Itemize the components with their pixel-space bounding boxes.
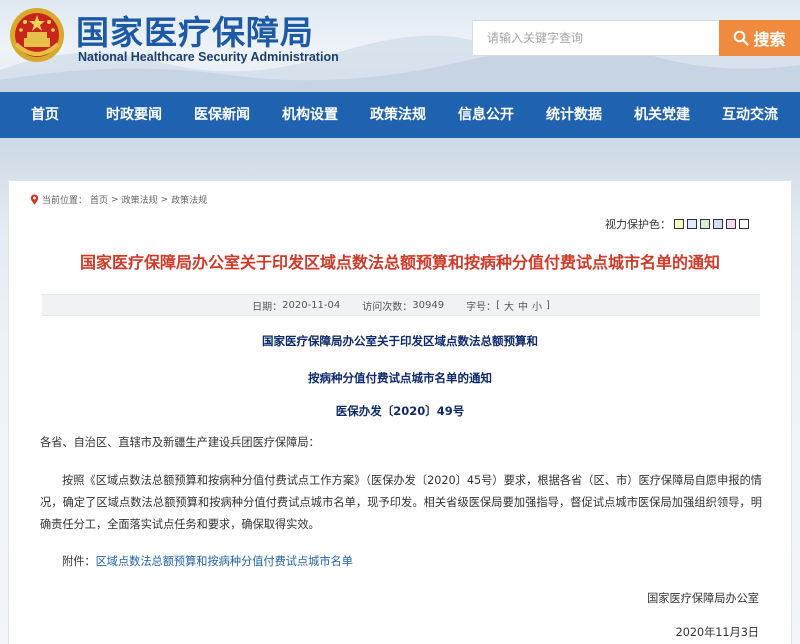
breadcrumb-separator: > [160, 194, 169, 205]
attachment-link[interactable]: 区域点数法总额预算和按病种分值付费试点城市名单 [96, 555, 353, 568]
views-label: 访问次数： [362, 301, 413, 313]
search-icon [734, 30, 750, 46]
date-label: 日期： [252, 301, 283, 313]
font-size-large-link[interactable]: 大 [504, 298, 514, 313]
font-size-label: 字号： [466, 301, 497, 313]
color-swatch-pink[interactable] [726, 219, 736, 229]
signature-organization: 国家医疗保障局办公室 [647, 592, 759, 605]
search-button[interactable]: 搜索 [719, 20, 800, 56]
breadcrumb-home[interactable]: 首页 [90, 193, 108, 206]
font-bracket-open: [ [496, 299, 500, 311]
addressee: 各省、自治区、直辖市及新疆生产建设兵团医疗保障局： [40, 436, 320, 449]
publish-date: 2020-11-04 [282, 299, 341, 311]
color-swatch-yellow[interactable] [674, 219, 684, 229]
site-subtitle: National Healthcare Security Administrat… [78, 50, 339, 64]
breadcrumb-policies[interactable]: 政策法规 [122, 193, 158, 206]
site-title: 国家医疗保障局 [76, 13, 314, 52]
location-pin-icon [30, 194, 39, 205]
breadcrumb-policies-sub[interactable]: 政策法规 [171, 193, 207, 206]
color-swatch-blue[interactable] [713, 219, 723, 229]
nav-item-medical-news[interactable]: 医保新闻 [178, 92, 266, 138]
font-bracket-close: ] [545, 299, 550, 311]
article-title: 国家医疗保障局办公室关于印发区域点数法总额预算和按病种分值付费试点城市名单的通知 [79, 253, 720, 272]
search-input[interactable] [472, 20, 720, 56]
breadcrumb: 当前位置： 首页 > 政策法规 > 政策法规 [30, 193, 207, 206]
signature-date: 2020年11月3日 [675, 626, 759, 639]
main-nav: 首页 时政要闻 医保新闻 机构设置 政策法规 信息公开 统计数据 机关党建 互动… [0, 92, 800, 138]
nav-item-organization[interactable]: 机构设置 [266, 92, 354, 138]
document-heading-line2: 按病种分值付费试点城市名单的通知 [308, 371, 492, 385]
eye-protect-color-picker: 视力保护色： [605, 216, 749, 232]
nav-item-interaction[interactable]: 互动交流 [706, 92, 794, 138]
nav-item-party-building[interactable]: 机关党建 [618, 92, 706, 138]
eye-protect-label: 视力保护色： [605, 218, 671, 231]
breadcrumb-separator: > [111, 194, 119, 205]
color-swatch-green[interactable] [700, 219, 710, 229]
site-header: 国家医疗保障局 National Healthcare Security Adm… [0, 0, 800, 92]
attachment-label: 附件： [62, 555, 96, 568]
attachment-line: 附件：区域点数法总额预算和按病种分值付费试点城市名单 [62, 551, 353, 573]
color-swatch-white[interactable] [739, 219, 749, 229]
font-size-medium-link[interactable]: 中 [518, 298, 528, 313]
view-count: 30949 [412, 299, 445, 311]
font-size-small-link[interactable]: 小 [532, 298, 542, 313]
nav-item-info-disclosure[interactable]: 信息公开 [442, 92, 530, 138]
national-emblem-icon [10, 8, 64, 62]
nav-item-home[interactable]: 首页 [0, 92, 90, 138]
body-paragraph: 按照《区域点数法总额预算和按病种分值付费试点工作方案》（医保办发〔2020〕45… [40, 474, 762, 531]
search-button-label: 搜索 [753, 30, 786, 49]
nav-item-statistics[interactable]: 统计数据 [530, 92, 618, 138]
nav-item-current-affairs[interactable]: 时政要闻 [90, 92, 178, 138]
color-swatch-light-blue[interactable] [687, 219, 697, 229]
breadcrumb-prefix: 当前位置： [42, 196, 88, 206]
document-heading-line1: 国家医疗保障局办公室关于印发区域点数法总额预算和 [262, 334, 538, 348]
document-number: 医保办发〔2020〕49号 [335, 404, 465, 418]
nav-item-policies[interactable]: 政策法规 [354, 92, 442, 138]
article-meta-bar: 日期： 2020-11-04 访问次数： 30949 字号： [ 大 中 小 ] [42, 294, 760, 316]
